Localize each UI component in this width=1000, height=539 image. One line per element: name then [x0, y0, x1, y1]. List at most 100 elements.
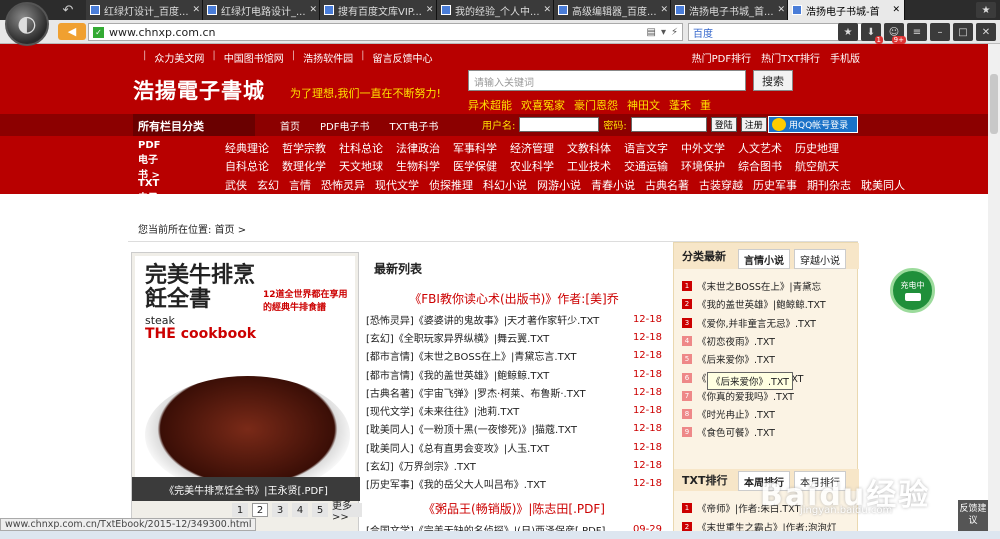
tab-romance[interactable]: 言情小说 — [738, 249, 790, 269]
pdf-category-item[interactable]: 哲学宗教 — [282, 140, 339, 156]
top-link[interactable]: 浩扬软件园 — [303, 50, 353, 65]
pdf-category-item[interactable]: 交通运输 — [624, 158, 681, 174]
password-input[interactable] — [630, 117, 707, 132]
book-cover-image[interactable]: 完美牛排烹飪全書 12道全世界都在享用的經典牛排食譜 steak THE coo… — [135, 256, 355, 496]
site-search-input[interactable]: 请输入关键词 — [468, 70, 746, 91]
book-caption[interactable]: 《完美牛排烹饪全书》|王永贤[.PDF] — [132, 477, 360, 501]
list-item[interactable]: [耽美同人]《一粉顶十黑(一夜惨死)》|猫蔻.TXT 12-18 — [366, 420, 662, 438]
url-field[interactable]: ✓ www.chnxp.com.cn ▤ ▾ ⚡ — [88, 23, 683, 41]
sidebar-list-item[interactable]: 7 《你真的爱我吗》.TXT — [682, 389, 794, 403]
close-tab-icon[interactable]: ✕ — [193, 5, 201, 15]
sidebar-item-title[interactable]: 《时光冉止》.TXT — [697, 407, 775, 421]
page-link[interactable]: 1 — [232, 503, 248, 517]
login-button[interactable]: 登陆 — [710, 117, 737, 132]
category-label[interactable]: 所有栏目分类 — [133, 114, 255, 136]
pdf-category-item[interactable]: 军事科学 — [453, 140, 510, 156]
list-item[interactable]: [耽美同人]《总有直男会变攻》|人玉.TXT 12-18 — [366, 438, 662, 456]
tab-2[interactable]: 搜有百度文库VIP... ✕ — [320, 0, 437, 20]
close-tab-icon[interactable]: ✕ — [426, 5, 434, 15]
sidebar-list-item[interactable]: 9 《食色可餐》.TXT — [682, 425, 775, 439]
txt-category-item[interactable]: 侦探推理 — [429, 177, 473, 193]
list-item-title[interactable]: [恐怖灵异]《婆婆讲的鬼故事》|天才著作家轩少.TXT — [366, 312, 632, 327]
pdf-category-item[interactable]: 综合图书 — [738, 158, 795, 174]
download-icon[interactable]: ⬇ 1 — [861, 23, 883, 44]
pdf-category-item[interactable]: 文教科体 — [567, 140, 624, 156]
list-item[interactable]: [都市言情]《我的盖世英雄》|鲍鲸鲸.TXT 12-18 — [366, 365, 662, 383]
sidebar-item-title[interactable]: 《食色可餐》.TXT — [697, 425, 775, 439]
pdf-category-item[interactable]: 工业技术 — [567, 158, 624, 174]
close-tab-icon[interactable]: ✕ — [310, 5, 318, 15]
pdf-category-item[interactable]: 历史地理 — [795, 140, 852, 156]
close-tab-icon[interactable]: ✕ — [544, 5, 552, 15]
page-link[interactable]: 更多>> — [332, 501, 362, 523]
list-item[interactable]: [都市言情]《末世之BOSS在上》|青黛忘言.TXT 12-18 — [366, 347, 662, 365]
site-logo[interactable]: 浩揚電子書城 — [133, 75, 265, 105]
sidebar-item-title[interactable]: 《末世之BOSS在上》|青黛忘 — [697, 279, 821, 293]
nav-link[interactable]: PDF电子书 — [320, 118, 369, 133]
sidebar-item-title[interactable]: 《初恋夜雨》.TXT — [697, 334, 775, 348]
pdf-category-item[interactable]: 中外文学 — [681, 140, 738, 156]
list-item-title[interactable]: [古典名著]《宇宙飞弹》|罗杰·柯莱、布鲁斯·.TXT — [366, 385, 632, 400]
top-link[interactable]: 留言反馈中心 — [373, 50, 433, 65]
pdf-category-item[interactable]: 语言文字 — [624, 140, 681, 156]
nav-link[interactable]: TXT电子书 — [389, 118, 438, 133]
list-item[interactable]: [历史军事]《我的岳父大人叫吕布》.TXT 12-18 — [366, 475, 662, 493]
close-tab-icon[interactable]: ✕ — [661, 5, 669, 15]
close-icon[interactable]: ✕ — [976, 23, 996, 41]
txt-category-item[interactable]: 青春小说 — [591, 177, 635, 193]
list-item-title[interactable]: [历史军事]《我的岳父大人叫吕布》.TXT — [366, 476, 632, 491]
scrollbar[interactable] — [988, 44, 1000, 539]
register-button[interactable]: 注册 — [740, 117, 767, 132]
tab-5[interactable]: 浩扬电子书城_首... ✕ — [671, 0, 788, 20]
breadcrumb-home-link[interactable]: 首页 — [215, 225, 235, 236]
close-tab-icon[interactable]: ✕ — [892, 5, 900, 15]
nav-link[interactable]: 首页 — [280, 118, 300, 133]
minimize-icon[interactable]: – — [930, 23, 950, 41]
tab-0[interactable]: 红绿灯设计_百度... ✕ — [86, 0, 203, 20]
pdf-category-item[interactable]: 生物科学 — [396, 158, 453, 174]
hot-word[interactable]: 豪门恩怨 — [574, 97, 618, 113]
feedback-button[interactable]: 反馈建议 — [958, 500, 988, 532]
dropdown-icon[interactable]: ▾ — [661, 27, 666, 38]
sidebar-item-title[interactable]: 《爱你,并非童言无忌》.TXT — [697, 316, 816, 330]
txt-category-item[interactable]: 武侠 — [225, 177, 247, 193]
sidebar-item-title[interactable]: 《我的盖世英雄》|鲍鲸鲸.TXT — [697, 297, 826, 311]
pdf-category-item[interactable]: 环境保护 — [681, 158, 738, 174]
hot-word[interactable]: 欢喜冤家 — [521, 97, 565, 113]
list-item-title[interactable]: [耽美同人]《一粉顶十黑(一夜惨死)》|猫蔻.TXT — [366, 421, 632, 436]
lightning-icon[interactable]: ⚡ — [671, 27, 678, 38]
hot-word[interactable]: 神田文 — [627, 97, 660, 113]
txt-category-item[interactable]: 历史军事 — [753, 177, 797, 193]
list-item-title[interactable]: [玄幻]《万界剑宗》.TXT — [366, 458, 632, 473]
tab-3[interactable]: 我的经验_个人中... ✕ — [437, 0, 554, 20]
featured-link-1[interactable]: 《FBI教你读心术(出版书)》作者:[美]乔 — [366, 290, 662, 307]
close-tab-icon[interactable]: ✕ — [778, 5, 786, 15]
pdf-category-item[interactable]: 法律政治 — [396, 140, 453, 156]
list-item[interactable]: [玄幻]《万界剑宗》.TXT 12-18 — [366, 456, 662, 474]
txt-category-item[interactable]: 网游小说 — [537, 177, 581, 193]
right-link[interactable]: 手机版 — [830, 50, 860, 65]
pdf-category-item[interactable]: 自科总论 — [225, 158, 282, 174]
txt-category-item[interactable]: 玄幻 — [257, 177, 279, 193]
tab-1[interactable]: 红绿灯电路设计_... ✕ — [203, 0, 320, 20]
hot-word[interactable]: 重 — [700, 97, 711, 113]
pdf-category-item[interactable]: 社科总论 — [339, 140, 396, 156]
pdf-category-item[interactable]: 航空航天 — [795, 158, 852, 174]
scrollbar-thumb[interactable] — [990, 74, 998, 134]
menu-icon[interactable]: ≡ — [907, 23, 927, 41]
qq-login-button[interactable]: 用QQ帐号登录 — [768, 116, 858, 133]
list-item[interactable]: [玄幻]《全职玩家异界纵横》|舞云翼.TXT 12-18 — [366, 328, 662, 346]
browser-logo-icon[interactable]: ◐ — [5, 2, 49, 46]
pdf-category-item[interactable]: 数理化学 — [282, 158, 339, 174]
sidebar-list-item[interactable]: 4 《初恋夜雨》.TXT — [682, 334, 775, 348]
list-item[interactable]: [古典名著]《宇宙飞弹》|罗杰·柯莱、布鲁斯·.TXT 12-18 — [366, 383, 662, 401]
go-back-button[interactable]: ◀ — [58, 23, 86, 40]
pdf-category-item[interactable]: 医学保健 — [453, 158, 510, 174]
favorite-icon[interactable]: ★ — [838, 23, 858, 41]
site-search-button[interactable]: 搜索 — [753, 70, 793, 91]
list-item[interactable]: [现代文学]《未来往往》|池莉.TXT 12-18 — [366, 401, 662, 419]
charging-widget[interactable]: 充电中 — [890, 268, 935, 313]
sidebar-list-item[interactable]: 2 《我的盖世英雄》|鲍鲸鲸.TXT — [682, 297, 826, 311]
list-item-title[interactable]: [都市言情]《我的盖世英雄》|鲍鲸鲸.TXT — [366, 367, 632, 382]
pdf-category-item[interactable]: 农业科学 — [510, 158, 567, 174]
